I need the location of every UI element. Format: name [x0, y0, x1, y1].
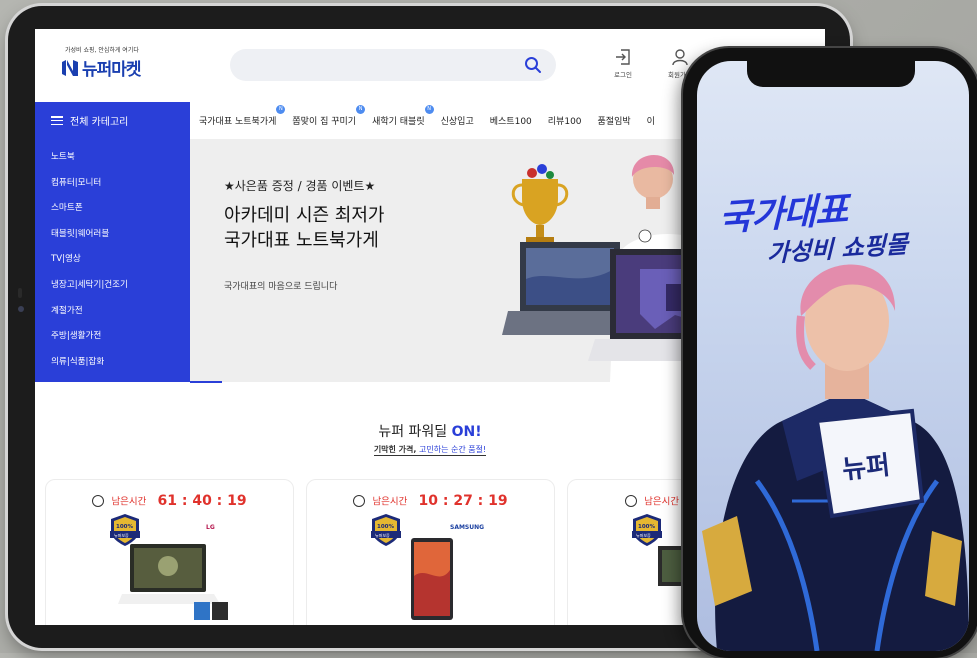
timer-value: 61 : 40 : 19	[157, 492, 247, 509]
deal-subtitle-blue: 고민하는 순간 품절!	[418, 445, 487, 454]
sidebar-item[interactable]: 냉장고|세탁기|건조기	[35, 273, 190, 299]
hero-illustration	[702, 264, 969, 651]
login-button[interactable]: 로그인	[608, 48, 638, 79]
nav-item[interactable]: 쫌맞이 집 꾸미기 N	[292, 105, 366, 127]
search-input[interactable]	[230, 49, 556, 81]
seal-bottom-text: 뉴퍼보증	[114, 533, 129, 538]
clock-icon	[92, 494, 105, 507]
nav-item[interactable]: 리뷰100	[548, 114, 582, 127]
nav-item-label: 국가대표 노트북가게	[199, 117, 277, 127]
banner-title-line: 아카데미 시즌 최저가	[224, 205, 385, 226]
trophy-icon	[511, 164, 569, 243]
phone-notch	[747, 61, 915, 87]
brand-logo: SAMSUNG	[450, 524, 485, 531]
deal-timer: 남은시간 61 : 40 : 19	[46, 490, 293, 509]
search-icon[interactable]	[524, 56, 542, 74]
login-icon	[616, 49, 630, 65]
sidebar-item[interactable]: 노트북	[35, 145, 190, 171]
menu-icon	[51, 116, 63, 125]
deal-subtitle-bold: 기막힌 가격,	[373, 445, 417, 454]
new-badge: N	[276, 105, 286, 114]
new-badge: N	[356, 105, 366, 114]
seal-bottom-text: 뉴퍼보증	[636, 533, 651, 538]
timer-value: 10 : 27 : 19	[418, 492, 508, 509]
deal-title-text: 뉴퍼 파워딜	[378, 424, 448, 440]
deal-timer: 남은시간 10 : 27 : 19	[307, 490, 554, 509]
banner-event-text: ★사은품 증정 / 경품 이벤트★	[224, 179, 376, 193]
deal-subtitle-underline: 기막힌 가격, 고민하는 순간 품절!	[373, 445, 487, 456]
nav-menu: 국가대표 노트북가게 N 쫌맞이 집 꾸미기 N 새학기 태블릿 N 신상입고 베스트…	[199, 102, 671, 139]
product-image	[411, 538, 453, 620]
tablet-camera	[18, 306, 24, 312]
banner-subtitle: 국가대표의 마음으로 드립니다	[224, 282, 338, 292]
deal-card[interactable]: 남은시간 61 : 40 : 19 100% 뉴퍼보증 LG	[45, 479, 294, 625]
sidebar-item[interactable]: 의류|식품|잡화	[35, 350, 190, 376]
deal-card[interactable]: 남은시간 10 : 27 : 19 100% 뉴퍼보증 SAMSUNG	[306, 479, 555, 625]
deal-title-on: ON!	[451, 424, 482, 440]
nav-item-label: 새학기 태블릿	[372, 117, 425, 127]
nav-item[interactable]: 베스트100	[490, 114, 532, 127]
logo-mark-icon	[62, 59, 78, 76]
brand-logo: LG	[206, 524, 215, 531]
sidebar-item[interactable]: 계절가전	[35, 299, 190, 325]
nav-item[interactable]: 국가대표 노트북가게 N	[199, 105, 286, 127]
nav-item[interactable]: 품절임박	[598, 114, 631, 127]
logo-text: 뉴퍼마켓	[82, 60, 142, 80]
user-icon	[672, 49, 688, 66]
banner-title: 아카데미 시즌 최저가 국가대표 노트북가게	[224, 203, 384, 253]
nav-item-label: 쫌맞이 집 꾸미기	[292, 117, 357, 127]
login-label: 로그인	[614, 71, 632, 79]
sidebar-item[interactable]: 태블릿|웨어러블	[35, 222, 190, 248]
guarantee-seal-icon	[632, 514, 662, 546]
banner-indicator	[190, 381, 222, 383]
tablet-sensor	[18, 288, 22, 298]
nav-item[interactable]: 이	[647, 114, 655, 127]
clock-icon	[625, 494, 637, 507]
banner-title-line: 국가대표 노트북가게	[224, 230, 379, 251]
guarantee-seal-icon	[371, 514, 401, 546]
seal-top-text: 100%	[377, 524, 394, 530]
category-sidebar: 노트북 컴퓨터|모니터 스마트폰 태블릿|웨어러블 TV|영상 냉장고|세탁기|…	[35, 139, 190, 382]
timer-label: 남은시간	[644, 496, 680, 508]
seal-top-text: 100%	[638, 524, 655, 530]
nav-item[interactable]: 신상입고	[441, 114, 474, 127]
timer-label: 남은시간	[111, 496, 147, 508]
timer-label: 남은시간	[372, 496, 408, 508]
guarantee-seal-icon	[110, 514, 140, 546]
chest-logo-text: 뉴퍼	[840, 450, 892, 486]
all-category-button[interactable]: 전체 카테고리	[35, 102, 190, 139]
site-logo[interactable]: 뉴퍼마켓	[61, 55, 142, 80]
product-image	[118, 544, 228, 620]
sidebar-item[interactable]: 스마트폰	[35, 196, 190, 222]
phone-frame: 국가대표 가성비 쇼핑몰 뉴퍼	[683, 48, 977, 658]
clock-icon	[353, 494, 366, 507]
sidebar-item[interactable]: 컴퓨터|모니터	[35, 171, 190, 197]
all-category-label: 전체 카테고리	[70, 117, 129, 128]
sidebar-item[interactable]: TV|영상	[35, 247, 190, 273]
sidebar-item[interactable]: 주방|생활가전	[35, 324, 190, 350]
seal-bottom-text: 뉴퍼보증	[375, 533, 390, 538]
new-badge: N	[424, 105, 434, 114]
nav-item[interactable]: 새학기 태블릿 N	[372, 105, 434, 127]
phone-screen: 국가대표 가성비 쇼핑몰 뉴퍼	[697, 61, 969, 651]
logo-tagline: 가성비 쇼핑, 안심하게 여기다	[65, 47, 139, 54]
seal-top-text: 100%	[116, 524, 133, 530]
